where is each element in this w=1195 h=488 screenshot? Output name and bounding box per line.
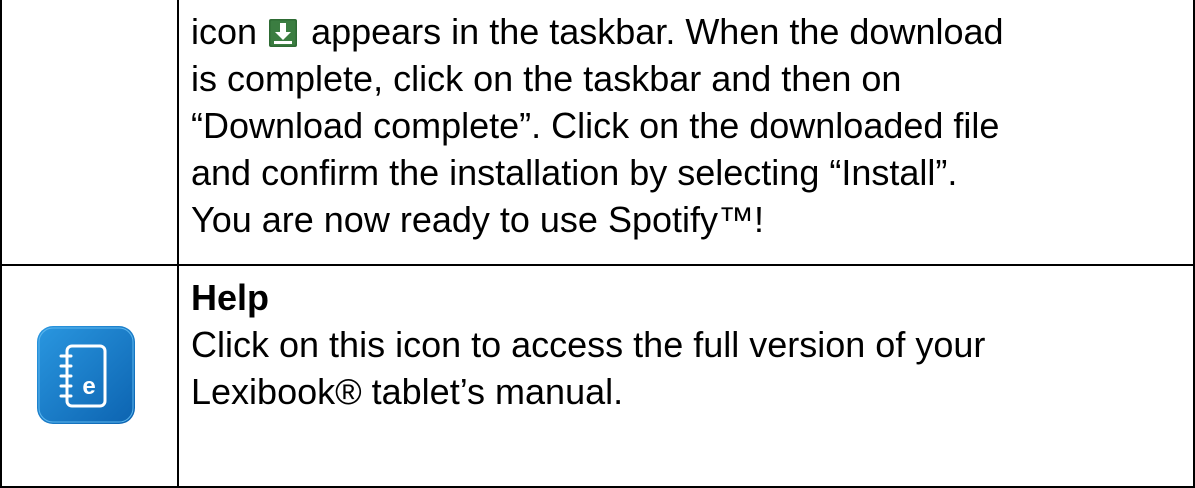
help-text-cell: Help Click on this icon to access the fu…	[177, 264, 1195, 488]
help-row: Help Click on this icon to access the fu…	[0, 264, 1195, 488]
download-line-3: “Download complete”. Click on the downlo…	[191, 105, 1000, 146]
help-title: Help	[191, 277, 270, 318]
download-instructions-text: icon appears in the taskbar. When the do…	[179, 0, 1193, 243]
help-manual-icon-graphic: e	[37, 326, 135, 424]
help-line-2: Lexibook® tablet’s manual.	[191, 371, 624, 412]
download-line-1: icon appears in the taskbar. When the do…	[191, 11, 1004, 52]
download-line-4: and confirm the installation by selectin…	[191, 152, 958, 193]
help-text: Help Click on this icon to access the fu…	[179, 266, 1193, 415]
download-instructions-cell: icon appears in the taskbar. When the do…	[177, 0, 1195, 266]
manual-table: icon appears in the taskbar. When the do…	[0, 0, 1195, 488]
help-manual-icon[interactable]: e	[37, 326, 135, 424]
download-instructions-row: icon appears in the taskbar. When the do…	[0, 0, 1195, 266]
download-arrow-icon	[269, 19, 298, 47]
svg-text:e: e	[82, 373, 95, 400]
empty-icon-cell	[0, 0, 179, 266]
download-line-2: is complete, click on the taskbar and th…	[191, 58, 902, 99]
help-line-1: Click on this icon to access the full ve…	[191, 324, 986, 365]
download-line-5: You are now ready to use Spotify™!	[191, 199, 765, 240]
